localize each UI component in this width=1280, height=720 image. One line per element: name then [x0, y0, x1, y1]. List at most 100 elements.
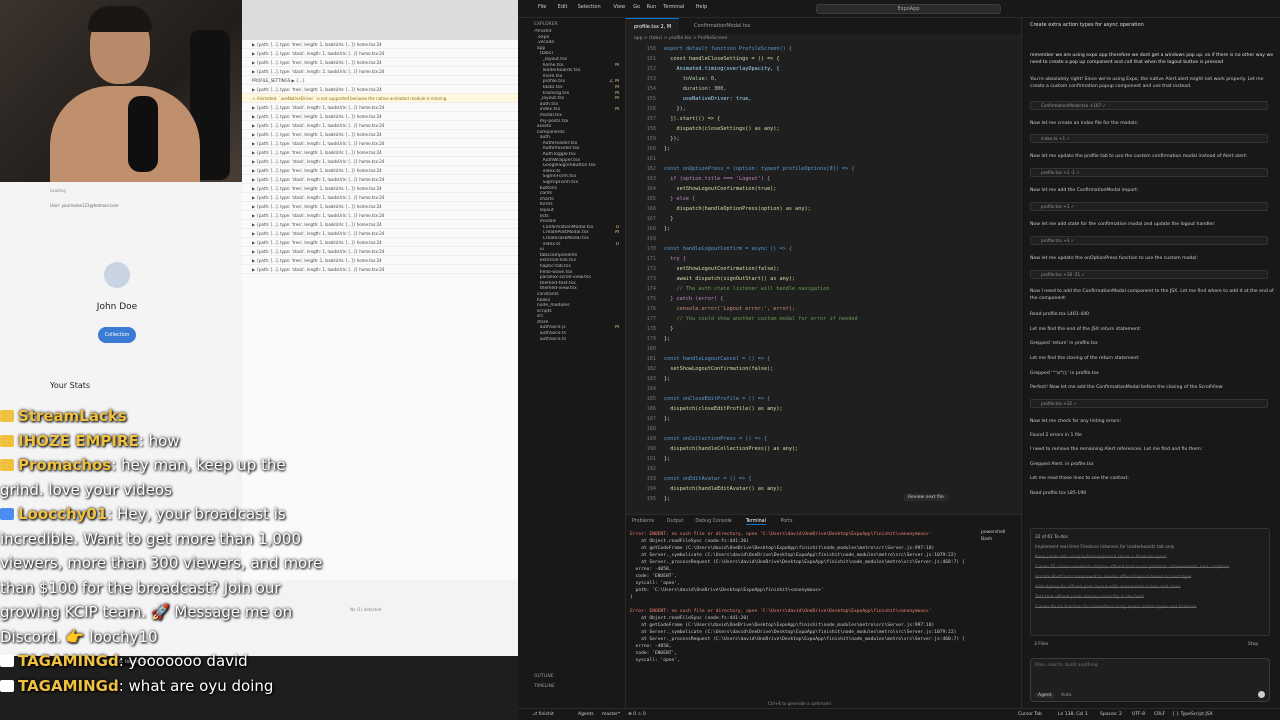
code-line[interactable]: 161	[626, 154, 1021, 164]
breadcrumb[interactable]: app > (tabs) > profile.tsx > ProfileScre…	[626, 34, 1021, 44]
console-row[interactable]: ▶ {path: [...], type: 'tree', length: 1,…	[242, 202, 518, 211]
code-line[interactable]: 180	[626, 344, 1021, 354]
files-changed[interactable]: 3 Files	[1034, 642, 1048, 647]
code-line[interactable]: 154 duration: 300,	[626, 84, 1021, 94]
console-row[interactable]: ▶ {path: [...], type: 'tree', length: 1,…	[242, 112, 518, 121]
console-row[interactable]: PROFILE_SETTINGS ▶ {...}	[242, 76, 518, 85]
status-item[interactable]: Spaces: 2	[1100, 712, 1122, 717]
code-editor[interactable]: 150 export default function ProfileScreen…	[626, 44, 1021, 514]
code-line[interactable]: 158 dispatch(closeSettings() as any);	[626, 124, 1021, 134]
console-row[interactable]: ▶ {path: [...], type: 'tree', length: 1,…	[242, 238, 518, 247]
todo-item[interactable]: Test that affixed posts display correctl…	[1035, 593, 1265, 603]
chat-input[interactable]: Plan, search, build anything Agent Auto	[1030, 658, 1270, 702]
file-edit-chip[interactable]: index.ts +1 ✓	[1030, 134, 1268, 143]
agent-selector[interactable]: Agent	[1035, 693, 1055, 698]
todo-item[interactable]: Add styling for affixed post layout with…	[1035, 583, 1265, 593]
code-line[interactable]: 190 dispatch(handleCollectionPress() as …	[626, 444, 1021, 454]
terminal-bash[interactable]: Bash	[981, 537, 1021, 544]
menu-run[interactable]: Run	[647, 4, 657, 10]
terminal-powershell[interactable]: powershell	[981, 530, 1021, 537]
console-row[interactable]: ▶ {path: [...], type: 'tree', length: 1,…	[242, 256, 518, 265]
status-item[interactable]: Cursor Tab	[1018, 712, 1042, 717]
code-line[interactable]: 193 const onEditAvatar = () => {	[626, 474, 1021, 484]
code-line[interactable]: 167 }	[626, 214, 1021, 224]
console-row[interactable]: ▶ {path: [...], type: 'tree', length: 1,…	[242, 58, 518, 67]
todo-item[interactable]: Implement real-time Firestore listeners …	[1035, 543, 1265, 553]
code-line[interactable]: 174 // The auth state listener will hand…	[626, 284, 1021, 294]
review-next-file[interactable]: Review next file	[904, 494, 948, 501]
console-row[interactable]: ▶ {path: [...], type: 'stack', length: 1…	[242, 265, 518, 274]
outline-section[interactable]: OUTLINE	[534, 674, 554, 679]
panel-tab-debug-console[interactable]: Debug Console	[695, 519, 731, 524]
code-line[interactable]: 188	[626, 424, 1021, 434]
tab-profile[interactable]: profile.tsx 2, M	[626, 18, 680, 34]
file-edit-chip[interactable]: profile.tsx +3 ✓	[1030, 236, 1268, 245]
code-line[interactable]: 182 setShowLogoutConfirmation(false);	[626, 364, 1021, 374]
code-line[interactable]: 189 const onCollectionPress = () => {	[626, 434, 1021, 444]
menu-go[interactable]: Go	[633, 4, 640, 10]
todo-item[interactable]: Create thunk function for createPost usi…	[1035, 603, 1265, 613]
terminal-output[interactable]: Error: ENOENT: no such file or directory…	[626, 531, 1021, 709]
code-line[interactable]: 156 }),	[626, 104, 1021, 114]
panel-tab-terminal[interactable]: Terminal	[745, 519, 766, 525]
status-item[interactable]: CRLF	[1154, 712, 1165, 717]
console-row[interactable]: ▶ {path: [...], type: 'tree', length: 1,…	[242, 148, 518, 157]
code-line[interactable]: 179};	[626, 334, 1021, 344]
status-item[interactable]: Agents	[578, 712, 594, 717]
menu-terminal[interactable]: Terminal	[663, 4, 684, 10]
console-row[interactable]: ▶ {path: [...], type: 'tree', length: 1,…	[242, 166, 518, 175]
devtools-toolbar[interactable]	[242, 0, 518, 40]
code-line[interactable]: 159 });	[626, 134, 1021, 144]
code-line[interactable]: 177 // You could show another custom mod…	[626, 314, 1021, 324]
panel-tab-problems[interactable]: Problems	[632, 519, 654, 524]
code-line[interactable]: 168};	[626, 224, 1021, 234]
console-row[interactable]: ▶ {path: [...], type: 'stack', length: 1…	[242, 193, 518, 202]
console-row[interactable]: ▶ {path: [...], type: 'stack', length: 1…	[242, 175, 518, 184]
timeline-section[interactable]: TIMELINE	[534, 684, 555, 689]
command-center[interactable]: ExpoApp	[816, 4, 1001, 14]
code-line[interactable]: 191};	[626, 454, 1021, 464]
code-line[interactable]: 169	[626, 234, 1021, 244]
menu-selection[interactable]: Selection	[578, 4, 601, 10]
send-icon[interactable]	[1258, 691, 1265, 698]
code-line[interactable]: 172 setShowLogoutConfirmation(false);	[626, 264, 1021, 274]
console-row[interactable]: ▶ {path: [...], type: 'stack', length: 1…	[242, 247, 518, 256]
code-line[interactable]: 183};	[626, 374, 1021, 384]
code-line[interactable]: 164 setShowLogoutConfirmation(true);	[626, 184, 1021, 194]
status-item[interactable]: Ln 138, Col 1	[1058, 712, 1088, 717]
code-line[interactable]: 162 const onOptionPress = (option: typeof…	[626, 164, 1021, 174]
code-line[interactable]: 175 } catch (error) {	[626, 294, 1021, 304]
console-row[interactable]: ▶ {path: [...], type: 'stack', length: 1…	[242, 211, 518, 220]
console-row[interactable]: ▶ {path: [...], type: 'stack', length: 2…	[242, 67, 518, 76]
console-row[interactable]: ▶ {path: [...], type: 'stack', length: 1…	[242, 139, 518, 148]
model-selector[interactable]: Auto	[1061, 693, 1071, 698]
code-line[interactable]: 165 } else {	[626, 194, 1021, 204]
file-edit-chip[interactable]: ConfirmationModal.tsx +107 ✓	[1030, 101, 1268, 110]
console-row[interactable]: ▶ {path: [...], type: 'tree', length: 1,…	[242, 40, 518, 49]
code-line[interactable]: 194 dispatch(handleEditAvatar() as any);	[626, 484, 1021, 494]
console-row[interactable]: ▶ {path: [...], type: 'tree', length: 1,…	[242, 130, 518, 139]
console-row[interactable]: ▶ {path: [...], type: 'stack', length: 1…	[242, 49, 518, 58]
status-item[interactable]: UTF-8	[1132, 712, 1145, 717]
code-line[interactable]: 176 console.error('Logout error:', error…	[626, 304, 1021, 314]
code-line[interactable]: 195};	[626, 494, 1021, 504]
panel-tab-output[interactable]: Output	[667, 519, 684, 524]
console-row[interactable]: ▶ {path: [...], type: 'stack', length: 1…	[242, 157, 518, 166]
code-line[interactable]: 153 toValue: 0,	[626, 74, 1021, 84]
panel-tab-ports[interactable]: Ports	[781, 519, 793, 524]
status-item[interactable]: master*	[602, 712, 620, 717]
code-line[interactable]: 184	[626, 384, 1021, 394]
code-line[interactable]: 185 const onCloseEditProfile = () => {	[626, 394, 1021, 404]
console-row[interactable]: ▶ {path: [...], type: 'stack', length: 1…	[242, 103, 518, 112]
status-item[interactable]: ⊗ 0 ⚠ 0	[628, 712, 646, 717]
tab-confirmation-modal[interactable]: ConfirmationModal.tsx	[686, 18, 758, 34]
console-row[interactable]: ▶ {path: [...], type: 'tree', length: 1,…	[242, 85, 518, 94]
menu-edit[interactable]: Edit	[558, 4, 568, 10]
collection-button[interactable]: Collection	[98, 327, 136, 343]
file-edit-chip[interactable]: profile.tsx +1 -1 ✓	[1030, 168, 1268, 177]
code-line[interactable]: 160};	[626, 144, 1021, 154]
file-edit-chip[interactable]: profile.tsx +1 ✓	[1030, 202, 1268, 211]
code-line[interactable]: 171 try {	[626, 254, 1021, 264]
avatar[interactable]	[104, 262, 130, 288]
todo-item[interactable]: Update PostCard component to render affi…	[1035, 573, 1265, 583]
